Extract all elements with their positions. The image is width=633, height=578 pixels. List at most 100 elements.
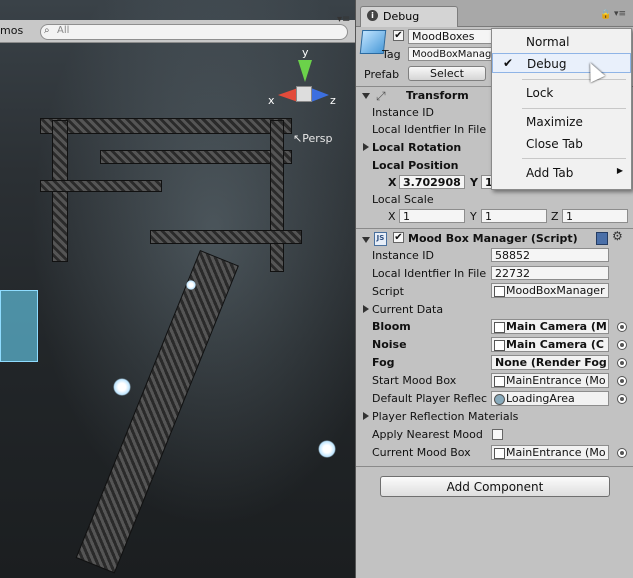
lock-icon[interactable]: 🔒 (600, 10, 611, 20)
scene-search-input[interactable]: ⌕ All (40, 24, 348, 40)
fog-field[interactable]: None (Render Fog (491, 355, 609, 370)
scaffold-beam (75, 250, 239, 574)
local-rotation-label[interactable]: Local Rotation (372, 141, 461, 154)
fog-value: None (Render Fog (495, 356, 607, 369)
scaffold-beam (150, 230, 302, 244)
start-mood-box-picker-icon[interactable] (617, 376, 627, 386)
help-book-icon[interactable] (596, 232, 608, 245)
menu-item-label: Lock (526, 86, 554, 100)
default-player-reflection-field[interactable]: LoadingArea (491, 391, 609, 406)
scale-y-label: Y (470, 210, 477, 223)
bloom-value: Main Camera (M (506, 320, 607, 333)
light-icon[interactable] (318, 440, 336, 458)
menu-item-label: Normal (526, 35, 570, 49)
light-icon[interactable] (186, 280, 196, 290)
transform-instance-id-label: Instance ID (372, 106, 434, 119)
current-data-label[interactable]: Current Data (372, 303, 443, 316)
pos-x-field[interactable]: 3.702908 (399, 175, 465, 189)
menu-item-lock[interactable]: Lock (492, 83, 631, 103)
menu-item-label: Close Tab (526, 137, 583, 151)
gizmo-y-arrow[interactable] (298, 60, 312, 82)
mbm-local-identifier-field[interactable]: 22732 (491, 266, 609, 280)
menu-item-maximize[interactable]: Maximize (492, 112, 631, 132)
player-reflection-materials-foldout[interactable] (363, 412, 369, 420)
script-icon: JS (374, 232, 387, 246)
gizmo-center-cube[interactable] (296, 86, 312, 102)
scaffold-beam (100, 150, 292, 164)
noise-field[interactable]: Main Camera (C (491, 337, 609, 352)
scale-y-field[interactable]: 1 (481, 209, 547, 223)
current-mood-box-label: Current Mood Box (372, 446, 471, 459)
apply-nearest-mood-checkbox[interactable] (492, 429, 503, 440)
gizmo-z-arrow[interactable] (311, 88, 329, 102)
menu-item-add-tab[interactable]: Add Tab ▶ (492, 163, 631, 183)
default-player-reflection-label: Default Player Reflec (372, 392, 488, 405)
default-player-reflection-picker-icon[interactable] (617, 394, 627, 404)
transform-local-identifier-label: Local Identfier In File (372, 123, 487, 136)
scaffold-beam (40, 180, 162, 192)
menu-item-label: Debug (527, 57, 567, 71)
fog-label: Fog (372, 356, 395, 369)
scale-x-field[interactable]: 1 (399, 209, 465, 223)
check-icon: ✔ (503, 56, 514, 70)
transform-icon: ⤢ (376, 89, 386, 103)
persp-text: Persp (302, 132, 333, 145)
scaffold-beam (40, 118, 292, 134)
scale-z-field[interactable]: 1 (562, 209, 628, 223)
noise-label: Noise (372, 338, 407, 351)
scaffold-beam (270, 120, 284, 272)
current-mood-box-picker-icon[interactable] (617, 448, 627, 458)
start-mood-box-field[interactable]: MainEntrance (Mo (491, 373, 609, 388)
start-mood-box-value: MainEntrance (Mo (506, 374, 606, 387)
gameobject-active-checkbox[interactable]: ✔ (393, 30, 404, 41)
divider (356, 228, 633, 229)
search-icon: ⌕ (44, 25, 50, 36)
script-field[interactable]: MoodBoxManager (491, 283, 609, 298)
gizmo-z-label: z (330, 94, 336, 107)
cubemap-icon (494, 394, 505, 405)
transform-title: Transform (406, 89, 469, 102)
mood-box-manager-enabled-checkbox[interactable]: ✔ (393, 232, 404, 243)
current-data-foldout[interactable] (363, 305, 369, 313)
gizmos-dropdown[interactable]: mos (0, 24, 23, 37)
script-label: Script (372, 285, 404, 298)
noise-picker-icon[interactable] (617, 340, 627, 350)
prefab-label: Prefab (364, 68, 400, 81)
local-scale-label: Local Scale (372, 193, 434, 206)
menu-item-debug[interactable]: ✔ Debug (492, 53, 631, 73)
script-value: MoodBoxManager (506, 284, 605, 297)
tag-dropdown[interactable]: MoodBoxManag (408, 47, 492, 61)
menu-item-close-tab[interactable]: Close Tab (492, 134, 631, 154)
scale-z-label: Z (551, 210, 559, 223)
tab-debug[interactable]: i Debug (360, 6, 458, 27)
player-reflection-materials-label[interactable]: Player Reflection Materials (372, 410, 518, 423)
local-rotation-foldout[interactable] (363, 143, 369, 151)
mood-box-manager-foldout[interactable] (362, 237, 370, 243)
prefab-select-button[interactable]: Select (408, 66, 486, 81)
transform-foldout[interactable] (362, 93, 370, 99)
current-mood-box-field[interactable]: MainEntrance (Mo (491, 445, 609, 460)
gear-icon[interactable]: ⚙ (612, 229, 623, 243)
tab-menu-icon[interactable]: ▾≡ (614, 9, 626, 19)
tab-title: Debug (383, 10, 420, 23)
gizmo-x-label: x (268, 94, 275, 107)
menu-item-label: Maximize (526, 115, 583, 129)
gizmo-x-arrow[interactable] (278, 88, 298, 102)
fog-picker-icon[interactable] (617, 358, 627, 368)
noise-value: Main Camera (C (506, 338, 604, 351)
persp-label[interactable]: ↖Persp (293, 132, 332, 145)
search-placeholder: All (57, 25, 70, 36)
default-player-reflection-value: LoadingArea (506, 392, 575, 405)
bloom-field[interactable]: Main Camera (M (491, 319, 609, 334)
component-icon (494, 376, 505, 387)
mbm-instance-id-label: Instance ID (372, 249, 434, 262)
light-icon[interactable] (113, 378, 131, 396)
mbm-instance-id-field[interactable]: 58852 (491, 248, 609, 262)
menu-item-normal[interactable]: Normal (492, 32, 631, 52)
add-component-button[interactable]: Add Component (380, 476, 610, 497)
gameobject-name-field[interactable]: MoodBoxes (408, 29, 492, 44)
script-file-icon (494, 286, 505, 297)
scene-view[interactable]: ▾≡ mos ⌕ All y x z ↖Persp (0, 0, 355, 578)
component-icon (494, 340, 505, 351)
bloom-picker-icon[interactable] (617, 322, 627, 332)
